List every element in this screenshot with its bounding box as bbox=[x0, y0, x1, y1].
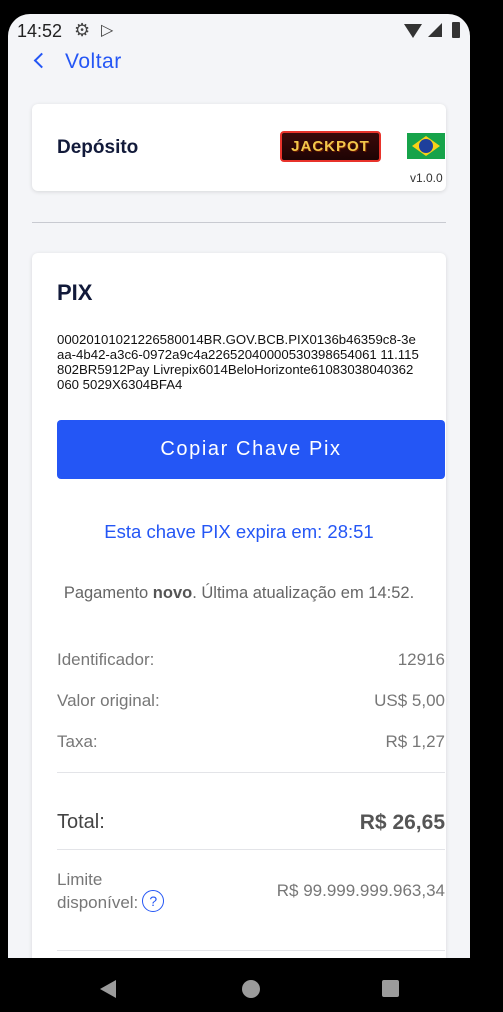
app-screen: 14:52 ⚙ ▷ Voltar Depósito JACKPOT v1.0.0… bbox=[8, 14, 470, 958]
divider bbox=[57, 849, 445, 850]
limit-value: R$ 99.999.999.963,34 bbox=[276, 881, 445, 900]
payment-status: Pagamento novo. Última atualização em 14… bbox=[32, 584, 446, 603]
total-row: Total: R$ 26,65 bbox=[57, 811, 445, 834]
row-taxa: Taxa: R$ 1,27 bbox=[57, 732, 445, 752]
divider bbox=[32, 222, 446, 223]
status-bold: novo bbox=[152, 584, 193, 602]
divider bbox=[57, 950, 445, 951]
back-button[interactable]: Voltar bbox=[33, 50, 122, 74]
chevron-left-icon bbox=[33, 52, 50, 69]
nav-back-icon[interactable] bbox=[100, 980, 116, 998]
header-card: Depósito JACKPOT v1.0.0 bbox=[32, 104, 446, 191]
row-label: Identificador: bbox=[57, 650, 155, 669]
copy-pix-key-button[interactable]: Copiar Chave Pix bbox=[57, 420, 445, 479]
row-identificador: Identificador: 12916 bbox=[57, 650, 445, 670]
flag-circle bbox=[419, 139, 433, 153]
row-label: Taxa: bbox=[57, 732, 98, 751]
pix-title: PIX bbox=[57, 280, 93, 305]
limit-label-text: disponível: bbox=[57, 893, 139, 912]
row-label: Valor original: bbox=[57, 691, 160, 710]
pix-card: PIX 00020101021226580014BR.GOV.BCB.PIX01… bbox=[32, 253, 446, 958]
app-version: v1.0.0 bbox=[410, 171, 443, 185]
signal-icon bbox=[428, 23, 442, 37]
status-time: 14:52 bbox=[17, 21, 63, 41]
limit-label-line1: Limite bbox=[57, 870, 103, 889]
nav-home-icon[interactable] bbox=[242, 980, 260, 998]
row-value: 12916 bbox=[397, 650, 445, 669]
status-bar: 14:52 ⚙ ▷ bbox=[8, 14, 470, 48]
help-icon[interactable]: ? bbox=[142, 890, 165, 912]
total-label: Total: bbox=[57, 811, 105, 833]
battery-icon bbox=[452, 22, 460, 38]
status-prefix: Pagamento bbox=[63, 584, 153, 602]
row-value: R$ 1,27 bbox=[385, 732, 445, 751]
divider bbox=[57, 772, 445, 773]
gear-icon: ⚙ bbox=[74, 20, 91, 40]
navigation-bar bbox=[0, 958, 503, 1012]
expire-countdown: Esta chave PIX expira em: 28:51 bbox=[104, 521, 374, 542]
nav-recents-icon[interactable] bbox=[382, 980, 399, 997]
row-valor-original: Valor original: US$ 5,00 bbox=[57, 691, 445, 711]
pix-key-text: 00020101021226580014BR.GOV.BCB.PIX0136b4… bbox=[57, 332, 419, 392]
brazil-flag-icon[interactable] bbox=[407, 133, 445, 159]
limit-label-line2: disponível:? bbox=[57, 890, 165, 914]
total-value: R$ 26,65 bbox=[359, 811, 445, 834]
jackpot-logo: JACKPOT bbox=[280, 131, 381, 162]
page-title: Depósito bbox=[57, 137, 139, 158]
wifi-icon bbox=[404, 24, 422, 38]
status-suffix: . Última atualização em 14:52. bbox=[192, 584, 415, 602]
back-label: Voltar bbox=[65, 50, 122, 73]
play-store-icon: ▷ bbox=[101, 22, 114, 39]
row-value: US$ 5,00 bbox=[374, 691, 445, 710]
